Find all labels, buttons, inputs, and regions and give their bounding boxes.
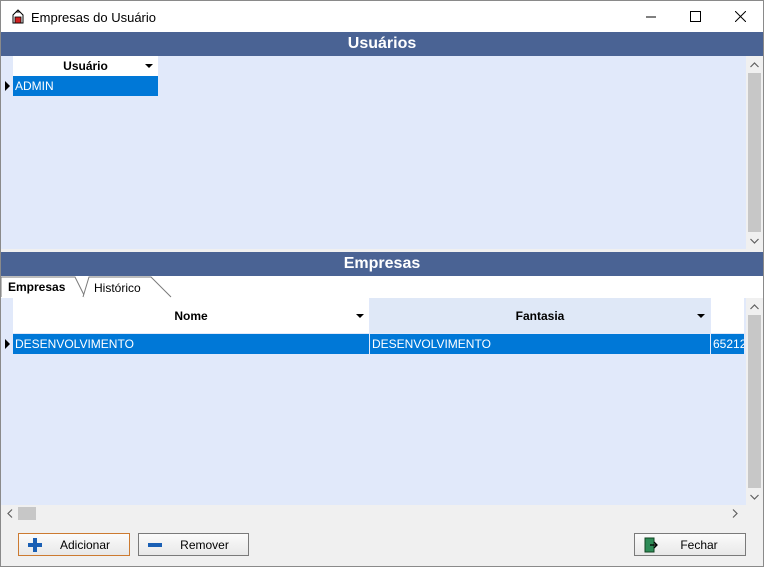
chevron-down-icon: [145, 64, 153, 68]
minimize-icon: [646, 16, 656, 17]
row-indicator-icon: [5, 339, 10, 349]
tab-strip: Empresas Histórico: [1, 276, 763, 298]
window-title: Empresas do Usuário: [31, 10, 156, 25]
companies-grid[interactable]: Nome Fantasia DESENVOLVIMENTO DESENVOLVI…: [1, 298, 763, 522]
close-form-button[interactable]: Fechar: [634, 533, 746, 556]
scroll-thumb[interactable]: [748, 73, 761, 232]
chevron-down-icon: [697, 314, 705, 318]
scroll-up-icon[interactable]: [746, 56, 763, 73]
scrollbar-corner: [746, 505, 763, 522]
minimize-button[interactable]: [628, 1, 674, 32]
title-bar: Empresas do Usuário: [1, 1, 763, 32]
nome-column-header[interactable]: Nome: [13, 298, 369, 333]
row-indicator-icon: [5, 81, 10, 91]
scroll-down-icon[interactable]: [746, 232, 763, 249]
scroll-left-icon[interactable]: [1, 505, 18, 522]
user-row[interactable]: ADMIN: [13, 76, 158, 96]
window: Empresas do Usuário Usuários Usuário ADM…: [0, 0, 764, 567]
user-column-header[interactable]: Usuário: [13, 56, 158, 76]
company-row-fantasia[interactable]: DESENVOLVIMENTO: [370, 334, 710, 354]
companies-horizontal-scrollbar[interactable]: [1, 505, 746, 522]
companies-vertical-scrollbar[interactable]: [746, 298, 763, 505]
tab-empresas[interactable]: Empresas: [8, 280, 65, 294]
users-grid[interactable]: Usuário ADMIN: [1, 56, 763, 249]
close-button[interactable]: [717, 1, 763, 32]
scroll-up-icon[interactable]: [746, 298, 763, 315]
tab-historico[interactable]: Histórico: [94, 281, 141, 295]
fantasia-column-header[interactable]: Fantasia: [370, 298, 710, 333]
maximize-button[interactable]: [672, 1, 718, 32]
app-icon: [10, 9, 26, 25]
chevron-down-icon: [356, 314, 364, 318]
company-row-nome[interactable]: DESENVOLVIMENTO: [13, 334, 369, 354]
hscroll-thumb[interactable]: [18, 507, 36, 520]
users-section-header: Usuários: [1, 32, 763, 56]
extra-column-header[interactable]: [711, 298, 744, 333]
company-row-extra[interactable]: 65212: [711, 334, 744, 354]
companies-section-header: Empresas: [1, 252, 763, 276]
users-vertical-scrollbar[interactable]: [746, 56, 763, 249]
add-button[interactable]: Adicionar: [18, 533, 130, 556]
close-icon: [734, 11, 746, 22]
scroll-thumb[interactable]: [748, 315, 761, 488]
remove-button[interactable]: Remover: [138, 533, 249, 556]
scroll-down-icon[interactable]: [746, 488, 763, 505]
maximize-icon: [689, 11, 701, 22]
scroll-right-icon[interactable]: [726, 505, 743, 522]
